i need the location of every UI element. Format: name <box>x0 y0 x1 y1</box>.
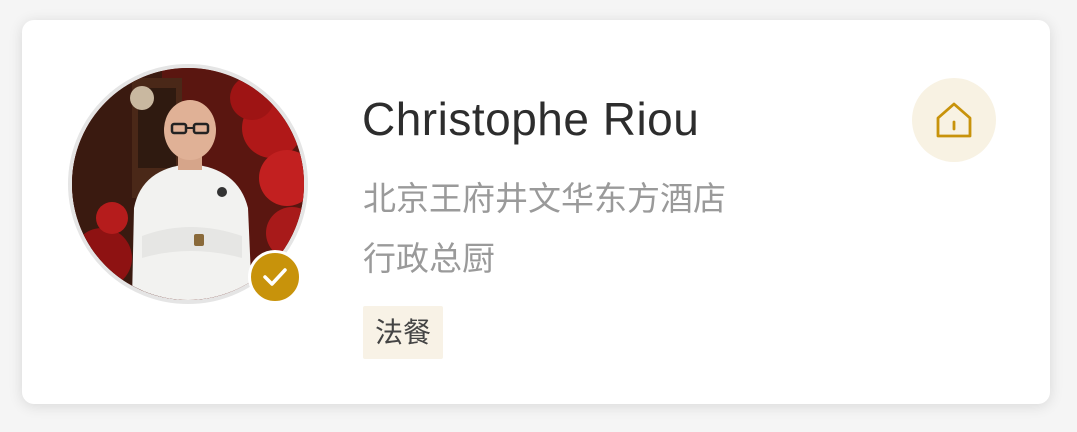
home-icon <box>936 102 972 138</box>
chef-profile-card[interactable]: Christophe Riou 北京王府井文华东方酒店 行政总厨 法餐 <box>22 20 1050 404</box>
verified-badge-icon <box>248 250 302 304</box>
home-button[interactable] <box>912 78 996 162</box>
avatar-container <box>68 64 308 304</box>
chef-role: 行政总厨 <box>363 239 495 278</box>
hotel-name: 北京王府井文华东方酒店 <box>363 179 726 218</box>
cuisine-tag: 法餐 <box>363 306 444 359</box>
chef-name: Christophe Riou <box>362 93 700 145</box>
